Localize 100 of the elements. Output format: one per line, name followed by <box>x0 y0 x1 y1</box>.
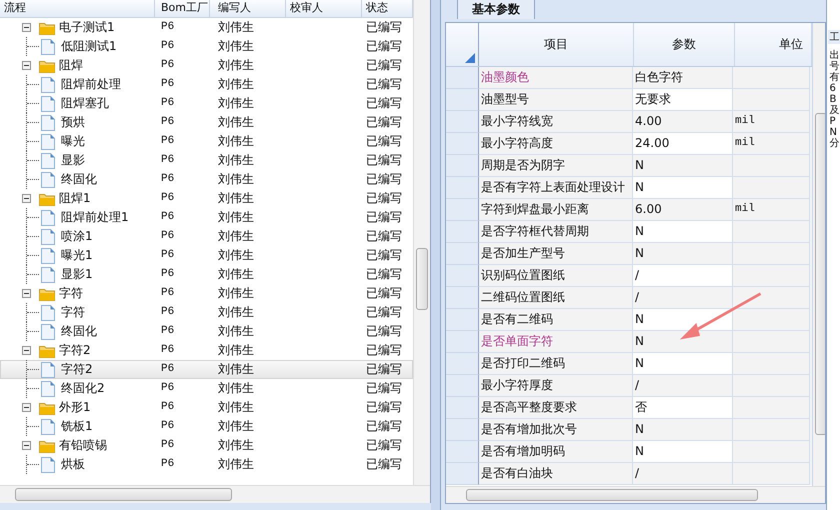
parameter-value[interactable]: N <box>633 353 733 375</box>
tab[interactable]: 基本参数 <box>457 0 535 19</box>
row-header[interactable] <box>446 419 479 441</box>
row-header[interactable] <box>446 155 479 177</box>
splitter[interactable] <box>431 0 441 510</box>
tree-row[interactable]: 阻焊1 P6 刘伟生 已编写 <box>0 189 413 208</box>
row-header[interactable] <box>446 331 479 353</box>
tree-row[interactable]: 预烘 P6 刘伟生 已编写 <box>0 113 413 132</box>
folder-icon <box>39 400 55 414</box>
tree-row[interactable]: 字符 P6 刘伟生 已编写 <box>0 284 413 303</box>
row-header[interactable] <box>446 243 479 265</box>
tree-row[interactable]: 终固化 P6 刘伟生 已编写 <box>0 322 413 341</box>
tree-row[interactable]: 电子测试1 P6 刘伟生 已编写 <box>0 18 413 37</box>
row-header[interactable] <box>446 111 479 133</box>
table-cell-text: P6 <box>160 191 176 206</box>
step-name: 阻焊塞孔 <box>61 95 109 112</box>
table-cell-text: 已编写 <box>365 418 403 435</box>
table-cell-text: P6 <box>160 172 176 187</box>
tree-row[interactable]: 低阻测试1 P6 刘伟生 已编写 <box>0 37 413 56</box>
vertical-scrollbar[interactable] <box>413 0 430 485</box>
table-cell-text: 刘伟生 <box>217 342 255 359</box>
tree-row[interactable]: 终固化 P6 刘伟生 已编写 <box>0 170 413 189</box>
parameter-value[interactable]: 否 <box>633 397 733 419</box>
tree-row[interactable]: 字符2 P6 刘伟生 已编写 <box>0 341 413 360</box>
table-cell-text: 刘伟生 <box>217 228 255 245</box>
parameter-value[interactable]: N <box>633 309 733 331</box>
tree-row[interactable]: 阻焊 P6 刘伟生 已编写 <box>0 56 413 75</box>
table-cell-text: P6 <box>160 115 176 130</box>
tree-row[interactable]: 烘板 P6 刘伟生 已编写 <box>0 455 413 474</box>
tree-row[interactable]: 字符2 P6 刘伟生 已编写 <box>0 360 413 379</box>
table-cell-text: P6 <box>160 400 176 415</box>
table-cell-text: P6 <box>160 381 176 396</box>
parameter-value[interactable]: / <box>633 265 733 287</box>
tree-row[interactable]: 阻焊前处理 P6 刘伟生 已编写 <box>0 75 413 94</box>
tree-row[interactable]: 字符 P6 刘伟生 已编写 <box>0 303 413 322</box>
parameter-value[interactable]: 无要求 <box>633 89 733 111</box>
row-header[interactable] <box>446 67 479 89</box>
collapse-icon[interactable] <box>22 23 31 32</box>
tree-row[interactable]: 阻焊前处理1 P6 刘伟生 已编写 <box>0 208 413 227</box>
tree-row[interactable]: 显影 P6 刘伟生 已编写 <box>0 151 413 170</box>
table-cell-text: 刘伟生 <box>217 171 255 188</box>
document-icon <box>41 38 55 54</box>
column-header[interactable]: 流程 <box>0 0 155 17</box>
document-icon <box>41 96 55 112</box>
tab[interactable]: 工 <box>828 30 840 44</box>
column-header[interactable]: 校审人 <box>286 0 362 17</box>
tree-row[interactable]: 显影1 P6 刘伟生 已编写 <box>0 265 413 284</box>
table-cell-text: P6 <box>160 438 176 453</box>
row-header[interactable] <box>446 221 479 243</box>
row-header[interactable] <box>446 375 479 397</box>
row-header[interactable] <box>446 309 479 331</box>
parameter-value[interactable]: N <box>633 221 733 243</box>
tree-row[interactable]: 喷涂1 P6 刘伟生 已编写 <box>0 227 413 246</box>
collapse-icon[interactable] <box>22 289 31 298</box>
tree-row[interactable]: 终固化2 P6 刘伟生 已编写 <box>0 379 413 398</box>
tree-row[interactable]: 外形1 P6 刘伟生 已编写 <box>0 398 413 417</box>
column-header[interactable]: 参数 <box>634 23 735 66</box>
collapse-icon[interactable] <box>22 441 31 450</box>
table-cell-text: 已编写 <box>365 228 403 245</box>
table-cell-text: 已编写 <box>365 361 403 378</box>
column-header[interactable]: 编写人 <box>210 0 286 17</box>
row-header[interactable] <box>446 397 479 419</box>
table-cell-text: P6 <box>160 153 176 168</box>
table-cell-text: 已编写 <box>365 380 403 397</box>
row-header[interactable] <box>446 133 479 155</box>
row-header[interactable] <box>446 463 479 485</box>
row-header[interactable] <box>446 287 479 309</box>
step-name: 曝光1 <box>61 247 93 264</box>
horizontal-scrollbar[interactable] <box>0 485 430 503</box>
tree-row[interactable]: 曝光1 P6 刘伟生 已编写 <box>0 246 413 265</box>
parameter-value[interactable]: N <box>633 441 733 463</box>
parameter-value[interactable]: 24.00 <box>633 133 733 155</box>
collapse-icon[interactable] <box>22 346 31 355</box>
collapse-icon[interactable] <box>22 61 31 70</box>
column-header[interactable]: Bom工厂 <box>155 0 210 17</box>
parameter-value[interactable]: N <box>633 177 733 199</box>
parameter-value[interactable]: / <box>633 463 733 485</box>
scrollbar-thumb[interactable] <box>815 113 825 435</box>
row-header[interactable] <box>446 177 479 199</box>
tree-row[interactable]: 铣板1 P6 刘伟生 已编写 <box>0 417 413 436</box>
collapse-icon[interactable] <box>22 403 31 412</box>
horizontal-scrollbar[interactable] <box>446 486 825 503</box>
step-name: 外形1 <box>59 399 91 416</box>
row-header[interactable] <box>446 353 479 375</box>
tree-row[interactable]: 阻焊塞孔 P6 刘伟生 已编写 <box>0 94 413 113</box>
tree-row[interactable]: 曝光 P6 刘伟生 已编写 <box>0 132 413 151</box>
scrollbar-thumb[interactable] <box>466 489 758 501</box>
column-header[interactable]: 项目 <box>479 23 634 66</box>
scrollbar-thumb[interactable] <box>15 488 232 501</box>
vertical-scrollbar[interactable] <box>812 23 825 486</box>
row-header[interactable] <box>446 199 479 221</box>
scrollbar-thumb[interactable] <box>416 248 428 310</box>
row-header[interactable] <box>446 89 479 111</box>
row-header[interactable] <box>446 265 479 287</box>
tree-row[interactable]: 有铅喷锡 P6 刘伟生 已编写 <box>0 436 413 455</box>
row-header[interactable] <box>446 441 479 463</box>
table-cell-text: 刘伟生 <box>217 418 255 435</box>
collapse-icon[interactable] <box>22 194 31 203</box>
table-cell-text: 刘伟生 <box>217 456 255 473</box>
table-cell-text: 已编写 <box>365 19 403 36</box>
